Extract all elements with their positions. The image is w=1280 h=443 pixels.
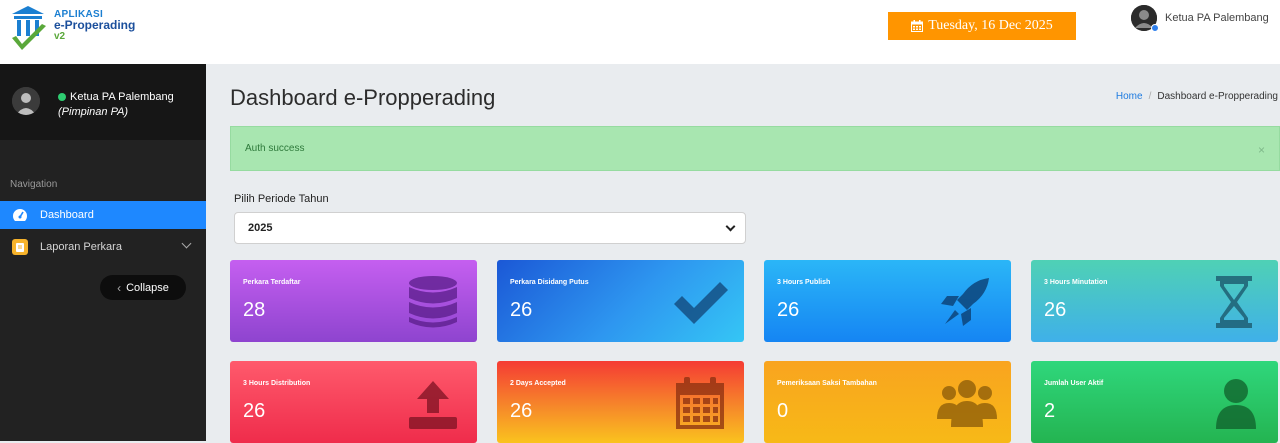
card-label: 3 Hours Distribution xyxy=(243,380,311,387)
stat-card-perkara-terdaftar[interactable]: Perkara Terdaftar 28 xyxy=(230,260,477,342)
stat-card-3-hours-publish[interactable]: 3 Hours Publish 26 xyxy=(764,260,1011,342)
card-value: 26 xyxy=(510,299,533,321)
sidebar-item-label: Dashboard xyxy=(40,209,94,221)
stat-card-3-hours-minutation[interactable]: 3 Hours Minutation 26 xyxy=(1031,260,1278,342)
current-date: Tuesday, 16 Dec 2025 xyxy=(928,18,1053,33)
stat-card-2-days-accepted[interactable]: 2 Days Accepted 26 xyxy=(497,361,744,443)
page-title: Dashboard e-Propperading xyxy=(230,85,496,110)
dashboard-gauge-icon xyxy=(12,207,28,223)
stat-card-3-hours-distribution[interactable]: 3 Hours Distribution 26 xyxy=(230,361,477,443)
period-year-select[interactable]: 2025 xyxy=(234,212,746,244)
card-value: 26 xyxy=(243,400,266,422)
sidebar-item-label: Laporan Perkara xyxy=(40,241,122,253)
card-label: Perkara Terdaftar xyxy=(243,279,301,286)
status-dot xyxy=(1151,24,1159,32)
logo-emblem-icon xyxy=(12,6,46,50)
breadcrumb: Home / Dashboard e-Propperading xyxy=(1116,91,1278,102)
logo-line-2: e-Properading xyxy=(54,18,136,32)
card-label: 2 Days Accepted xyxy=(510,380,566,387)
top-user-name: Ketua PA Palembang xyxy=(1165,12,1269,24)
calendar-icon xyxy=(676,377,724,429)
top-bar: APLIKASI e-Properading v2 Tuesday, 16 De… xyxy=(0,0,1280,64)
rocket-icon xyxy=(941,278,989,326)
sidebar-user-panel: Ketua PA Palembang (Pimpinan PA) xyxy=(0,64,206,140)
stat-card-jumlah-user-aktif[interactable]: Jumlah User Aktif 2 xyxy=(1031,361,1278,443)
users-icon xyxy=(937,380,997,427)
stat-card-pemeriksaan-saksi-tambahan[interactable]: Pemeriksaan Saksi Tambahan 0 xyxy=(764,361,1011,443)
sidebar-user-name-text: Ketua PA Palembang xyxy=(70,91,174,103)
app-logo[interactable]: APLIKASI e-Properading v2 xyxy=(8,4,144,60)
logo-text: APLIKASI e-Properading v2 xyxy=(54,9,135,42)
alert-message: Auth success xyxy=(245,143,305,154)
chevron-left-icon: ‹ xyxy=(117,280,122,295)
stat-card-perkara-disidang-putus[interactable]: Perkara Disidang Putus 26 xyxy=(497,260,744,342)
checkmark-icon xyxy=(674,282,728,324)
main-content: Dashboard e-Propperading Home / Dashboar… xyxy=(206,64,1280,443)
sidebar-item-dashboard[interactable]: Dashboard xyxy=(0,201,206,229)
chevron-down-icon xyxy=(181,238,192,249)
breadcrumb-separator: / xyxy=(1148,91,1152,102)
breadcrumb-current: Dashboard e-Propperading xyxy=(1157,91,1278,102)
calendar-icon xyxy=(911,20,924,32)
card-value: 26 xyxy=(510,400,533,422)
card-label: 3 Hours Minutation xyxy=(1044,279,1108,286)
collapse-button[interactable]: ‹ Collapse xyxy=(100,275,186,300)
sidebar-user-role: (Pimpinan PA) xyxy=(58,106,129,118)
avatar xyxy=(1131,5,1159,32)
period-selected-value: 2025 xyxy=(248,222,273,234)
top-user-menu[interactable]: Ketua PA Palembang xyxy=(1131,5,1269,32)
sidebar-item-laporan-perkara[interactable]: Laporan Perkara xyxy=(0,233,206,261)
success-alert: Auth success × xyxy=(230,126,1280,171)
upload-icon xyxy=(409,381,457,429)
card-label: Perkara Disidang Putus xyxy=(510,279,589,286)
sidebar: Ketua PA Palembang (Pimpinan PA) Navigat… xyxy=(0,64,206,441)
hourglass-icon xyxy=(1216,276,1252,328)
card-value: 26 xyxy=(777,299,800,321)
online-status-icon xyxy=(58,93,66,101)
card-value: 28 xyxy=(243,299,266,321)
breadcrumb-home-link[interactable]: Home xyxy=(1116,91,1143,102)
nav-heading: Navigation xyxy=(10,179,58,190)
date-badge: Tuesday, 16 Dec 2025 xyxy=(888,12,1076,40)
card-label: 3 Hours Publish xyxy=(777,279,831,286)
sidebar-user-name: Ketua PA Palembang xyxy=(58,91,174,103)
chevron-down-icon xyxy=(725,221,736,232)
card-label: Jumlah User Aktif xyxy=(1044,380,1104,387)
card-value: 0 xyxy=(777,400,789,422)
user-icon xyxy=(1216,379,1256,429)
close-icon[interactable]: × xyxy=(1258,143,1265,157)
book-icon xyxy=(12,239,28,255)
user-avatar-icon xyxy=(12,87,40,115)
card-label: Pemeriksaan Saksi Tambahan xyxy=(777,380,877,387)
period-label: Pilih Periode Tahun xyxy=(234,193,329,205)
sidebar-avatar xyxy=(12,87,40,115)
database-icon xyxy=(409,276,457,328)
card-value: 2 xyxy=(1044,400,1056,422)
collapse-label: Collapse xyxy=(126,281,169,294)
card-value: 26 xyxy=(1044,299,1067,321)
logo-line-3: v2 xyxy=(54,31,66,42)
